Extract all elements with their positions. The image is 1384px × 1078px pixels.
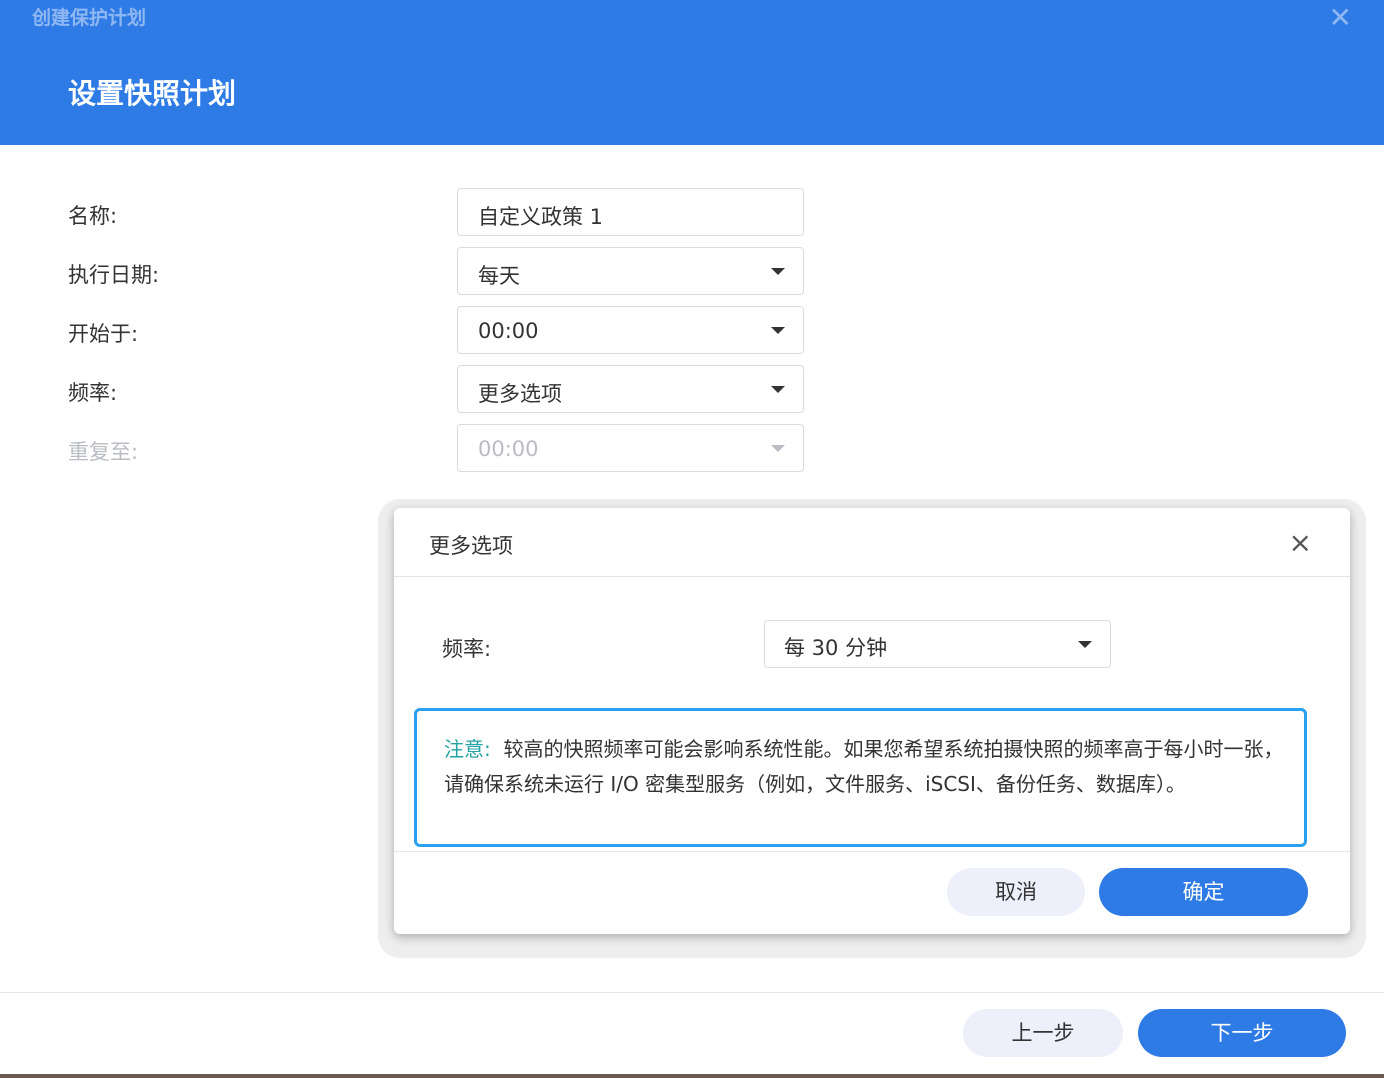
next-button[interactable]: 下一步 <box>1138 1009 1346 1057</box>
schedule-date-select[interactable]: 每天 <box>457 247 804 295</box>
divider <box>394 851 1350 852</box>
chevron-down-icon <box>771 327 785 334</box>
frequency-select[interactable]: 更多选项 <box>457 365 804 413</box>
repeat-until-label: 重复至: <box>68 440 139 464</box>
repeat-until-select: 00:00 <box>457 424 804 472</box>
name-input[interactable]: 自定义政策 1 <box>457 188 804 236</box>
start-time-label: 开始于: <box>68 322 139 346</box>
cancel-button[interactable]: 取消 <box>947 868 1085 916</box>
schedule-date-label: 执行日期: <box>68 263 160 287</box>
name-label: 名称: <box>68 204 118 228</box>
chevron-down-icon <box>771 268 785 275</box>
frequency-row: 频率: 更多选项 <box>0 365 900 413</box>
note-text: 较高的快照频率可能会影响系统性能。如果您希望系统拍摄快照的频率高于每小时一张，请… <box>444 737 1284 796</box>
ok-button[interactable]: 确定 <box>1099 868 1308 916</box>
close-icon[interactable]: ✕ <box>1329 1 1352 34</box>
repeat-until-value: 00:00 <box>478 437 539 461</box>
more-options-dialog: 更多选项 × 频率: 每 30 分钟 注意: 较高的快照频率可能会影响系统性能。… <box>394 508 1350 934</box>
chevron-down-icon <box>771 445 785 452</box>
start-time-value: 00:00 <box>478 319 539 343</box>
dialog-frequency-value: 每 30 分钟 <box>784 636 888 660</box>
start-time-row: 开始于: 00:00 <box>0 306 900 354</box>
wizard-header: 创建保护计划 ✕ 设置快照计划 <box>0 0 1384 145</box>
desktop-background <box>0 1074 1384 1078</box>
schedule-date-row: 执行日期: 每天 <box>0 247 900 295</box>
dialog-title: 更多选项 <box>429 534 513 558</box>
divider <box>0 992 1384 993</box>
start-time-select[interactable]: 00:00 <box>457 306 804 354</box>
dialog-frequency-select[interactable]: 每 30 分钟 <box>764 620 1111 668</box>
chevron-down-icon <box>771 386 785 393</box>
frequency-label: 频率: <box>68 381 118 405</box>
close-icon[interactable]: × <box>1289 526 1312 559</box>
note-box: 注意: 较高的快照频率可能会影响系统性能。如果您希望系统拍摄快照的频率高于每小时… <box>414 708 1307 847</box>
repeat-until-row: 重复至: 00:00 <box>0 424 900 472</box>
schedule-date-value: 每天 <box>478 264 520 288</box>
dialog-frequency-label: 频率: <box>442 637 492 661</box>
window-title: 创建保护计划 <box>32 7 147 29</box>
frequency-value: 更多选项 <box>478 382 562 406</box>
divider <box>394 576 1350 577</box>
name-row: 名称: 自定义政策 1 <box>0 188 900 236</box>
note-label: 注意: <box>444 737 491 761</box>
name-input-value: 自定义政策 1 <box>478 205 604 229</box>
page-title: 设置快照计划 <box>68 77 237 110</box>
chevron-down-icon <box>1078 641 1092 648</box>
prev-button[interactable]: 上一步 <box>963 1009 1123 1057</box>
